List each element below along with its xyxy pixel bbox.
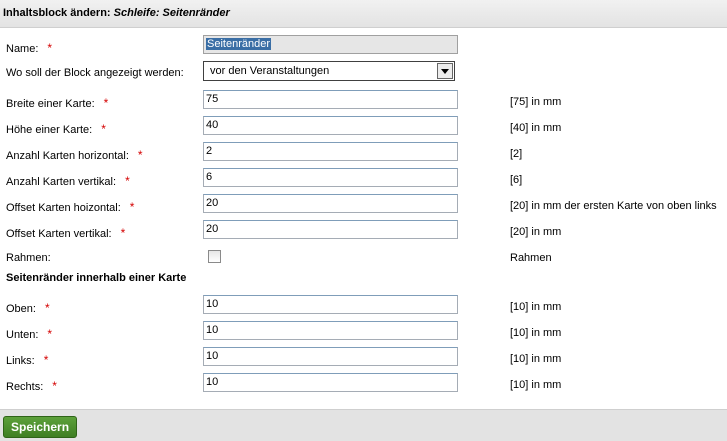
cards-vertical-input[interactable]: 6 (203, 168, 458, 187)
position-select-value: vor den Veranstaltungen (210, 65, 330, 77)
field-label: Anzahl Karten vertikal: * (6, 174, 130, 188)
field-label: Links: * (6, 353, 49, 367)
field-hint: [6] (510, 174, 523, 186)
field-hint: [2] (510, 148, 523, 160)
field-hint: [10] in mm (510, 301, 562, 313)
field-label: Wo soll der Block angezeigt werden: (6, 67, 184, 79)
field-hint: [10] in mm (510, 379, 562, 391)
field-label: Unten: * (6, 327, 53, 341)
page-title: Inhaltsblock ändern: Schleife: Seitenrän… (3, 7, 230, 19)
form-row-margin-left: Links: * 10 [10] in mm (0, 345, 727, 371)
field-label: Name: * (6, 41, 53, 55)
field-label: Oben: * (6, 301, 50, 315)
cards-horizontal-input[interactable]: 2 (203, 142, 458, 161)
field-label: Rechts: * (6, 379, 57, 393)
form-row-count-horizontal: Anzahl Karten horizontal: * 2 [2] (0, 140, 727, 166)
field-label: Höhe einer Karte: * (6, 122, 106, 136)
form-row-height: Höhe einer Karte: * 40 [40] in mm (0, 114, 727, 140)
field-hint: [75] in mm (510, 96, 562, 108)
offset-horizontal-input[interactable]: 20 (203, 194, 458, 213)
field-hint: [10] in mm (510, 327, 562, 339)
field-hint: Rahmen (510, 252, 552, 264)
offset-vertical-input[interactable]: 20 (203, 220, 458, 239)
form-row-margin-bottom: Unten: * 10 [10] in mm (0, 319, 727, 345)
field-hint: [10] in mm (510, 353, 562, 365)
card-height-input[interactable]: 40 (203, 116, 458, 135)
field-label: Breite einer Karte: * (6, 96, 109, 110)
required-marker: * (103, 96, 109, 110)
save-button[interactable]: Speichern (3, 416, 78, 438)
required-marker: * (129, 200, 135, 214)
required-marker: * (47, 327, 53, 341)
page-header: Inhaltsblock ändern: Schleife: Seitenrän… (0, 0, 727, 28)
page-title-prefix: Inhaltsblock ändern: (3, 7, 111, 19)
card-width-input[interactable]: 75 (203, 90, 458, 109)
chevron-down-icon[interactable] (437, 63, 453, 79)
required-marker: * (120, 226, 126, 240)
form-row-margin-right: Rechts: * 10 [10] in mm (0, 371, 727, 397)
field-label: Offset Karten vertikal: * (6, 226, 126, 240)
form-row-frame: Rahmen: Rahmen (0, 244, 727, 270)
field-hint: [20] in mm (510, 226, 562, 238)
form-row-count-vertical: Anzahl Karten vertikal: * 6 [6] (0, 166, 727, 192)
field-hint: [40] in mm (510, 122, 562, 134)
form-row-name: Name: * Seitenränder (0, 33, 727, 59)
page-title-block-name: Schleife: Seitenränder (113, 7, 230, 19)
margin-right-input[interactable]: 10 (203, 373, 458, 392)
required-marker: * (52, 379, 57, 393)
form-row-width: Breite einer Karte: * 75 [75] in mm (0, 88, 727, 114)
field-hint: [20] in mm der ersten Karte von oben lin… (510, 200, 717, 212)
margin-top-input[interactable]: 10 (203, 295, 458, 314)
form-row-offset-horizontal: Offset Karten hoizontal: * 20 [20] in mm … (0, 192, 727, 218)
form-row-offset-vertical: Offset Karten vertikal: * 20 [20] in mm (0, 218, 727, 244)
margin-bottom-input[interactable]: 10 (203, 321, 458, 340)
required-marker: * (101, 122, 106, 136)
required-marker: * (47, 41, 53, 55)
margin-left-input[interactable]: 10 (203, 347, 458, 366)
required-marker: * (137, 148, 143, 162)
frame-checkbox[interactable] (208, 250, 221, 263)
position-select[interactable]: vor den Veranstaltungen (203, 61, 455, 81)
form-row-margin-top: Oben: * 10 [10] in mm (0, 293, 727, 319)
required-marker: * (43, 353, 49, 367)
field-label: Offset Karten hoizontal: * (6, 200, 135, 214)
required-marker: * (44, 301, 50, 315)
field-label: Anzahl Karten horizontal: * (6, 148, 143, 162)
field-label: Rahmen: (6, 252, 51, 264)
name-input[interactable]: Seitenränder (203, 35, 458, 54)
required-marker: * (125, 174, 130, 188)
form-footer: Speichern (0, 409, 727, 441)
form-row-position: Wo soll der Block angezeigt werden: vor … (0, 59, 727, 85)
section-title: Seitenränder innerhalb einer Karte (6, 272, 187, 284)
